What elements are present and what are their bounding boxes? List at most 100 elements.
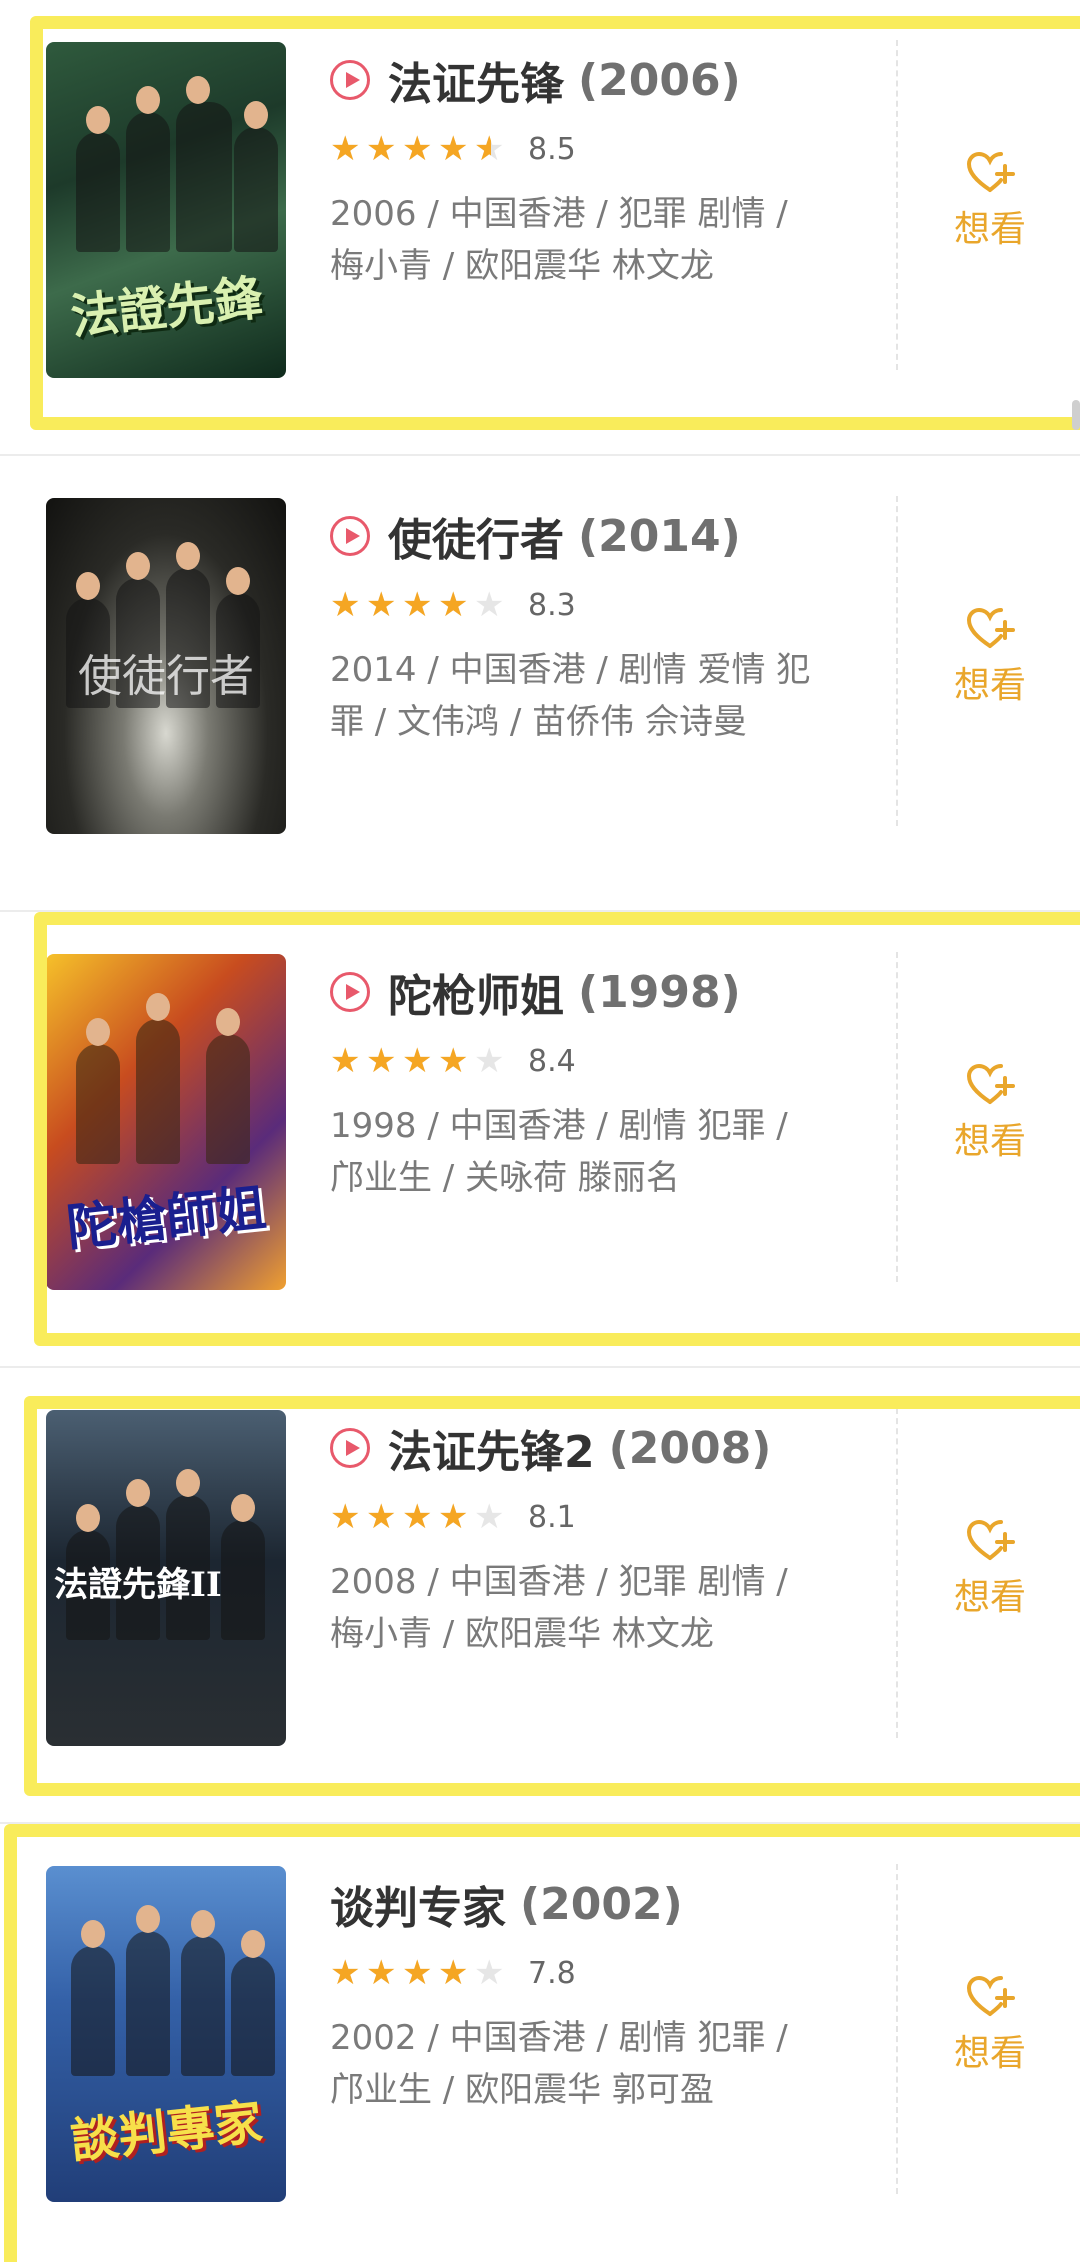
- poster-title-text: 法證先鋒II: [54, 1565, 222, 1605]
- poster-title-text: 使徒行者: [78, 651, 254, 702]
- poster-cast-figures: [46, 1469, 286, 1640]
- play-circle-icon[interactable]: [330, 1428, 370, 1468]
- meta-line-2: 梅小青 / 欧阳震华 林文龙: [330, 1614, 714, 1654]
- movie-info: 陀枪师姐 (1998) ★ ★ ★ ★ ★ ★ ★ ★ ★ 8.4 1998 / 中国香港 / …: [330, 962, 870, 1204]
- star-icon: ★ ★: [474, 129, 505, 169]
- movie-meta: 2002 / 中国香港 / 剧情 犯罪 / 邝业生 / 欧阳震华 郭可盈: [330, 2012, 870, 2116]
- star-icon: ★ ★: [438, 1953, 469, 1993]
- rating-line: ★ ★ ★ ★ ★ ★ ★ ★ ★ ★ 8.5: [330, 124, 870, 174]
- star-icon: ★ ★: [402, 585, 433, 625]
- divider: [896, 1864, 898, 2194]
- star-icon: ★ ★: [366, 1041, 397, 1081]
- poster-title-text: 談判專家: [68, 2094, 265, 2170]
- rating-line: ★ ★ ★ ★ ★ ★ ★ ★ ★ 7.8: [330, 1948, 870, 1998]
- divider: [896, 496, 898, 826]
- title-line[interactable]: 法证先锋 (2006): [330, 50, 870, 110]
- star-rating: ★ ★ ★ ★ ★ ★ ★ ★ ★: [330, 1956, 510, 1990]
- star-rating: ★ ★ ★ ★ ★ ★ ★ ★ ★: [330, 1500, 510, 1534]
- movie-title[interactable]: 使徒行者: [388, 504, 564, 568]
- rating-line: ★ ★ ★ ★ ★ ★ ★ ★ ★ 8.3: [330, 580, 870, 630]
- scrollbar[interactable]: [1072, 400, 1080, 430]
- meta-line-2: 罪 / 文伟鸿 / 苗侨伟 佘诗曼: [330, 702, 747, 742]
- want-to-watch-button[interactable]: 想看: [920, 1062, 1060, 1164]
- star-icon: ★ ★: [438, 585, 469, 625]
- movie-item[interactable]: 談判專家 谈判专家 (2002) ★ ★ ★ ★ ★ ★ ★ ★ ★ 7.8 2002 / 中国…: [0, 1824, 1080, 2262]
- want-to-watch-button[interactable]: 想看: [920, 1518, 1060, 1620]
- divider: [896, 1408, 898, 1738]
- movie-poster[interactable]: 談判專家: [46, 1866, 286, 2202]
- movie-year: (1998): [578, 966, 741, 1018]
- rating-line: ★ ★ ★ ★ ★ ★ ★ ★ ★ 8.4: [330, 1036, 870, 1086]
- divider: [896, 40, 898, 370]
- movie-year: (2014): [578, 510, 741, 562]
- star-icon: ★: [474, 1497, 505, 1537]
- star-icon: ★ ★: [366, 129, 397, 169]
- title-line[interactable]: 法证先锋2 (2008): [330, 1418, 870, 1478]
- movie-list: 法證先鋒 法证先锋 (2006) ★ ★ ★ ★ ★ ★ ★ ★ ★ ★ 8.5 2006 / 中…: [0, 0, 1080, 2262]
- movie-info: 谈判专家 (2002) ★ ★ ★ ★ ★ ★ ★ ★ ★ 7.8 2002 / 中国香港 / …: [330, 1874, 870, 2116]
- want-to-watch-label: 想看: [953, 1121, 1026, 1162]
- divider: [896, 952, 898, 1282]
- play-circle-icon[interactable]: [330, 972, 370, 1012]
- movie-info: 法证先锋2 (2008) ★ ★ ★ ★ ★ ★ ★ ★ ★ 8.1 2008 / 中国香港 /…: [330, 1418, 870, 1660]
- heart-plus-icon: [966, 1063, 1015, 1104]
- meta-line-1: 1998 / 中国香港 / 剧情 犯罪 /: [330, 1106, 788, 1146]
- movie-poster[interactable]: 使徒行者: [46, 498, 286, 834]
- title-line[interactable]: 陀枪师姐 (1998): [330, 962, 870, 1022]
- meta-line-1: 2014 / 中国香港 / 剧情 爱情 犯: [330, 650, 811, 690]
- movie-title[interactable]: 陀枪师姐: [388, 960, 564, 1024]
- poster-title-text: 陀槍師姐: [63, 1177, 269, 1258]
- movie-title[interactable]: 法证先锋: [388, 48, 564, 112]
- movie-item[interactable]: 使徒行者 使徒行者 (2014) ★ ★ ★ ★ ★ ★ ★ ★ ★ 8.3 2014 / 中国…: [0, 456, 1080, 912]
- star-icon: ★ ★: [402, 1041, 433, 1081]
- title-line[interactable]: 使徒行者 (2014): [330, 506, 870, 566]
- movie-year: (2008): [608, 1422, 772, 1474]
- movie-title[interactable]: 法证先锋2: [388, 1416, 595, 1480]
- movie-info: 法证先锋 (2006) ★ ★ ★ ★ ★ ★ ★ ★ ★ ★ 8.5 2006 / 中国香港 /…: [330, 50, 870, 292]
- rating-score: 8.1: [528, 1499, 576, 1535]
- rating-line: ★ ★ ★ ★ ★ ★ ★ ★ ★ 8.1: [330, 1492, 870, 1542]
- poster-cast-figures: [46, 993, 286, 1164]
- star-icon: ★ ★: [330, 1497, 361, 1537]
- want-to-watch-button[interactable]: 想看: [920, 1974, 1060, 2076]
- star-icon: ★ ★: [330, 1041, 361, 1081]
- meta-line-2: 邝业生 / 关咏荷 滕丽名: [330, 1158, 680, 1198]
- star-icon: ★ ★: [438, 129, 469, 169]
- play-circle-icon[interactable]: [330, 516, 370, 556]
- play-circle-icon[interactable]: [330, 60, 370, 100]
- star-rating: ★ ★ ★ ★ ★ ★ ★ ★ ★: [330, 588, 510, 622]
- meta-line-2: 梅小青 / 欧阳震华 林文龙: [330, 246, 714, 286]
- star-icon: ★: [474, 1953, 505, 1993]
- rating-score: 8.4: [528, 1043, 576, 1079]
- movie-item[interactable]: 法證先鋒II 法证先锋2 (2008) ★ ★ ★ ★ ★ ★ ★ ★ ★ 8.1 2008 /…: [0, 1368, 1080, 1824]
- meta-line-2: 邝业生 / 欧阳震华 郭可盈: [330, 2070, 714, 2110]
- movie-poster[interactable]: 法證先鋒II: [46, 1410, 286, 1746]
- movie-year: (2006): [578, 54, 741, 106]
- meta-line-1: 2006 / 中国香港 / 犯罪 剧情 /: [330, 194, 788, 234]
- want-to-watch-label: 想看: [953, 665, 1026, 706]
- movie-item[interactable]: 法證先鋒 法证先锋 (2006) ★ ★ ★ ★ ★ ★ ★ ★ ★ ★ 8.5 2006 / 中…: [0, 0, 1080, 456]
- star-icon: ★ ★: [366, 1953, 397, 1993]
- meta-line-1: 2008 / 中国香港 / 犯罪 剧情 /: [330, 1562, 788, 1602]
- star-icon: ★ ★: [366, 1497, 397, 1537]
- movie-poster[interactable]: 法證先鋒: [46, 42, 286, 378]
- star-icon: ★ ★: [402, 129, 433, 169]
- poster-cast-figures: [46, 76, 286, 252]
- want-to-watch-label: 想看: [953, 1577, 1026, 1618]
- movie-poster[interactable]: 陀槍師姐: [46, 954, 286, 1290]
- want-to-watch-button[interactable]: 想看: [920, 150, 1060, 252]
- movie-item[interactable]: 陀槍師姐 陀枪师姐 (1998) ★ ★ ★ ★ ★ ★ ★ ★ ★ 8.4 1998 / 中国…: [0, 912, 1080, 1368]
- heart-plus-icon: [966, 607, 1015, 648]
- rating-score: 8.3: [528, 587, 576, 623]
- star-rating: ★ ★ ★ ★ ★ ★ ★ ★ ★ ★: [330, 132, 510, 166]
- movie-info: 使徒行者 (2014) ★ ★ ★ ★ ★ ★ ★ ★ ★ 8.3 2014 / 中国香港 / …: [330, 506, 870, 748]
- meta-line-1: 2002 / 中国香港 / 剧情 犯罪 /: [330, 2018, 788, 2058]
- title-line[interactable]: 谈判专家 (2002): [330, 1872, 870, 1936]
- rating-score: 7.8: [528, 1955, 576, 1991]
- rating-score: 8.5: [528, 131, 576, 167]
- want-to-watch-button[interactable]: 想看: [920, 606, 1060, 708]
- movie-title[interactable]: 谈判专家: [330, 1872, 506, 1936]
- movie-meta: 2014 / 中国香港 / 剧情 爱情 犯 罪 / 文伟鸿 / 苗侨伟 佘诗曼: [330, 644, 870, 748]
- movie-meta: 1998 / 中国香港 / 剧情 犯罪 / 邝业生 / 关咏荷 滕丽名: [330, 1100, 870, 1204]
- star-icon: ★ ★: [402, 1497, 433, 1537]
